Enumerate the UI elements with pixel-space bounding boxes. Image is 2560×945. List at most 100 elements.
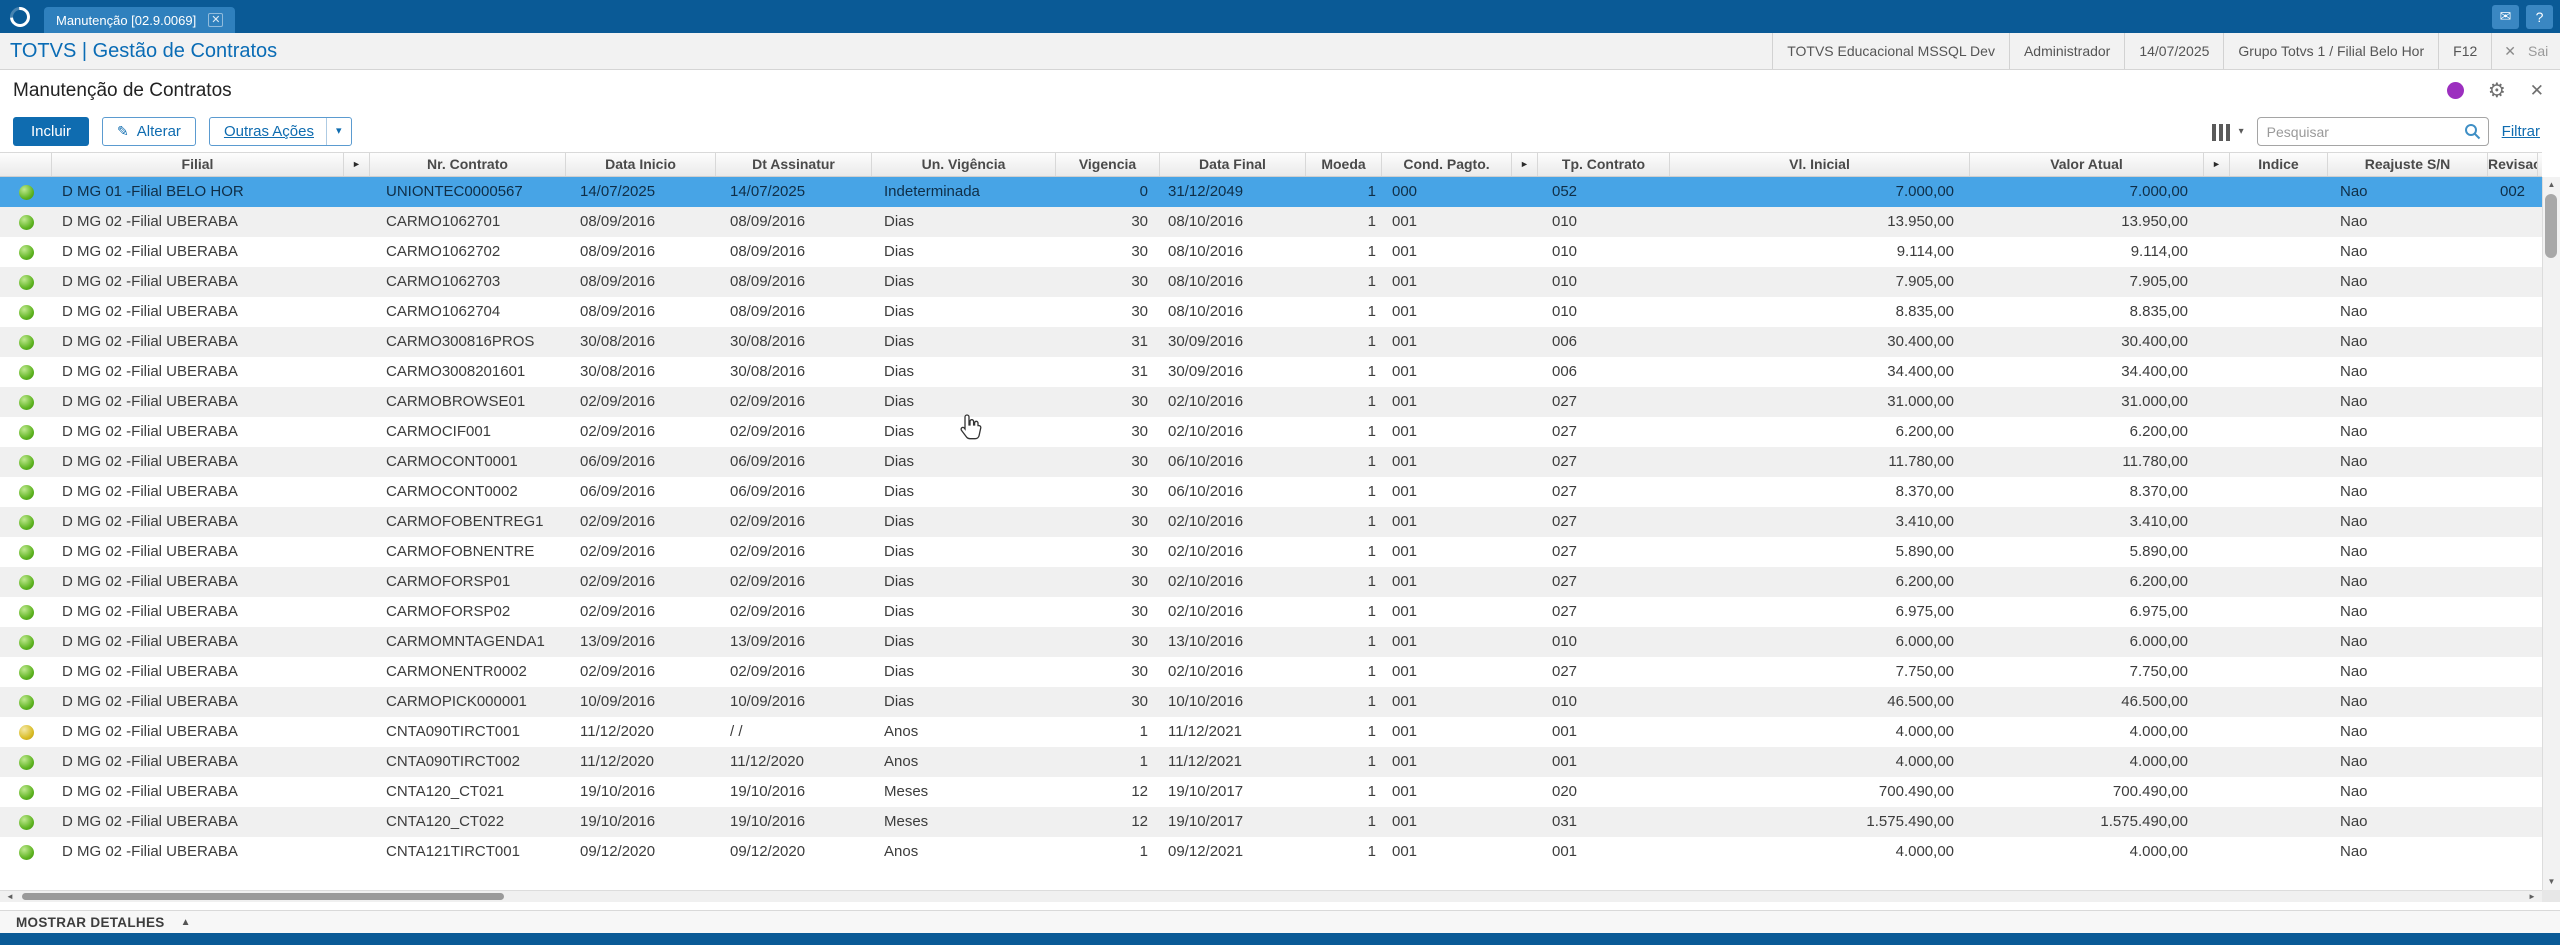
column-header-dt-assinatur[interactable]: Dt Assinatur	[716, 153, 872, 176]
cell-data-final: 08/10/2016	[1168, 243, 1244, 260]
table-row[interactable]: D MG 02 -Filial UBERABA CARMO1062702 08/09…	[0, 237, 2542, 267]
table-row[interactable]: D MG 02 -Filial UBERABA CARMO1062704 08/09…	[0, 297, 2542, 327]
outras-acoes-button[interactable]: Outras Ações ▾	[208, 117, 352, 146]
cell-vigencia: 31	[1131, 333, 1148, 350]
cell-dt-assinatur: 30/08/2016	[730, 363, 806, 380]
column-header-indice[interactable]: Indice	[2230, 153, 2328, 176]
cell-spacer	[1512, 417, 1538, 447]
cell-indice	[2230, 447, 2328, 477]
column-group-expand-icon[interactable]: ►	[344, 153, 370, 176]
scroll-right-icon[interactable]: ►	[2524, 891, 2540, 902]
status-yellow-icon	[18, 724, 34, 740]
cell-reajuste: Nao	[2340, 303, 2368, 320]
table-row[interactable]: D MG 02 -Filial UBERABA CNTA090TIRCT002 11…	[0, 747, 2542, 777]
tab-manutencao[interactable]: Manutenção [02.9.0069] ✕	[44, 7, 236, 33]
column-header-data-inicio[interactable]: Data Inicio	[566, 153, 716, 176]
scroll-down-icon[interactable]: ▼	[2543, 874, 2560, 890]
cell-valor-atual: 6.975,00	[2129, 603, 2188, 620]
search-input[interactable]	[2257, 123, 2464, 140]
columns-config-icon[interactable]	[2211, 123, 2230, 141]
table-row[interactable]: D MG 02 -Filial UBERABA CARMOFOBNENTRE 02/…	[0, 537, 2542, 567]
cell-data-final: 06/10/2016	[1168, 453, 1244, 470]
cell-revisao	[2488, 237, 2538, 267]
column-group-expand-icon[interactable]: ►	[1512, 153, 1538, 176]
column-header-vl-inicial[interactable]: Vl. Inicial	[1670, 153, 1970, 176]
cell-indice	[2230, 747, 2328, 777]
close-icon[interactable]: ✕	[2530, 82, 2544, 99]
table-row[interactable]: D MG 01 -Filial BELO HOR UNIONTEC0000567 1…	[0, 177, 2542, 207]
cell-indice	[2230, 417, 2328, 447]
group-branch[interactable]: Grupo Totvs 1 / Filial Belo Hor	[2223, 33, 2438, 69]
table-row[interactable]: D MG 02 -Filial UBERABA CNTA120_CT022 19/1…	[0, 807, 2542, 837]
cell-moeda: 1	[1367, 273, 1376, 290]
table-row[interactable]: D MG 02 -Filial UBERABA CARMO3008201601 30…	[0, 357, 2542, 387]
vertical-scrollbar[interactable]: ▲ ▼	[2542, 177, 2560, 890]
cell-contrato: UNIONTEC0000567	[386, 183, 523, 200]
column-group-expand-icon[interactable]: ►	[2538, 153, 2542, 176]
cell-vl-inicial: 6.200,00	[1895, 573, 1954, 590]
cell-indice	[2230, 387, 2328, 417]
table-row[interactable]: D MG 02 -Filial UBERABA CNTA121TIRCT001 09…	[0, 837, 2542, 867]
help-icon[interactable]: ?	[2526, 4, 2553, 29]
gear-icon[interactable]: ⚙	[2488, 81, 2506, 101]
cell-revisao	[2488, 477, 2538, 507]
table-row[interactable]: D MG 02 -Filial UBERABA CARMONENTR0002 02/…	[0, 657, 2542, 687]
mail-icon[interactable]: ✉	[2492, 4, 2519, 29]
cell-data-inicio: 02/09/2016	[580, 423, 656, 440]
column-header-data-final[interactable]: Data Final	[1160, 153, 1306, 176]
vertical-scroll-thumb[interactable]	[2545, 194, 2557, 258]
column-header-nr-contrato[interactable]: Nr. Contrato	[370, 153, 566, 176]
table-row[interactable]: D MG 02 -Filial UBERABA CNTA120_CT021 19/1…	[0, 777, 2542, 807]
column-header-revisao[interactable]: Revisao	[2488, 153, 2538, 176]
column-group-expand-icon[interactable]: ►	[2204, 153, 2230, 176]
table-row[interactable]: D MG 02 -Filial UBERABA CARMOFOBENTREG1 02…	[0, 507, 2542, 537]
table-row[interactable]: D MG 02 -Filial UBERABA CARMOCIF001 02/09/…	[0, 417, 2542, 447]
session-close-icon[interactable]: ✕	[2491, 33, 2528, 69]
table-row[interactable]: D MG 02 -Filial UBERABA CNTA090TIRCT001 11…	[0, 717, 2542, 747]
cell-contrato: CARMOBROWSE01	[386, 393, 526, 410]
assistant-icon[interactable]	[2446, 82, 2464, 99]
column-header-moeda[interactable]: Moeda	[1306, 153, 1382, 176]
scroll-left-icon[interactable]: ◄	[2, 891, 18, 902]
search-icon[interactable]	[2464, 123, 2481, 140]
exit-link[interactable]: Sai	[2528, 33, 2560, 69]
table-row[interactable]: D MG 02 -Filial UBERABA CARMO300816PROS 30…	[0, 327, 2542, 357]
column-header-vigencia[interactable]: Vigencia	[1056, 153, 1160, 176]
incluir-button[interactable]: Incluir	[13, 117, 90, 146]
alterar-button[interactable]: ✎ Alterar	[102, 117, 196, 146]
column-header-reajuste[interactable]: Reajuste S/N	[2328, 153, 2488, 176]
horizontal-scrollbar[interactable]: ◄ ►	[0, 890, 2542, 902]
mostrar-detalhes-bar[interactable]: MOSTRAR DETALHES ▲	[0, 910, 2560, 933]
table-row[interactable]: D MG 02 -Filial UBERABA CARMO1062703 08/09…	[0, 267, 2542, 297]
tab-close-icon[interactable]: ✕	[208, 13, 224, 27]
column-header-cond-pagto[interactable]: Cond. Pagto.	[1382, 153, 1512, 176]
table-row[interactable]: D MG 02 -Filial UBERABA CARMOFORSP02 02/09…	[0, 597, 2542, 627]
cell-revisao	[2488, 837, 2538, 867]
column-header-valor-atual[interactable]: Valor Atual	[1970, 153, 2204, 176]
column-header-tp-contrato[interactable]: Tp. Contrato	[1538, 153, 1670, 176]
table-row[interactable]: D MG 02 -Filial UBERABA CARMOMNTAGENDA1 13…	[0, 627, 2542, 657]
chevron-down-icon[interactable]: ▾	[325, 118, 351, 145]
column-header-un-vigencia[interactable]: Un. Vigência	[872, 153, 1056, 176]
table-row[interactable]: D MG 02 -Filial UBERABA CARMO1062701 08/09…	[0, 207, 2542, 237]
cell-moeda: 1	[1367, 363, 1376, 380]
table-row[interactable]: D MG 02 -Filial UBERABA CARMOCONT0001 06/0…	[0, 447, 2542, 477]
cell-valor-atual: 34.400,00	[2121, 363, 2188, 380]
scroll-up-icon[interactable]: ▲	[2543, 177, 2560, 193]
cell-moeda: 1	[1367, 423, 1376, 440]
table-row[interactable]: D MG 02 -Filial UBERABA CARMOBROWSE01 02/0…	[0, 387, 2542, 417]
cell-data-inicio: 08/09/2016	[580, 243, 656, 260]
table-row[interactable]: D MG 02 -Filial UBERABA CARMOFORSP01 02/09…	[0, 567, 2542, 597]
f12-shortcut[interactable]: F12	[2438, 33, 2491, 69]
horizontal-scroll-thumb[interactable]	[22, 893, 504, 900]
column-header-filial[interactable]: Filial	[52, 153, 344, 176]
cell-data-inicio: 09/12/2020	[580, 843, 656, 860]
filtrar-link[interactable]: Filtrar	[2502, 123, 2540, 140]
table-row[interactable]: D MG 02 -Filial UBERABA CARMOPICK000001 10…	[0, 687, 2542, 717]
cell-tp-contrato: 027	[1552, 393, 1578, 410]
cell-un-vigencia: Dias	[884, 393, 915, 410]
cell-spacer	[1512, 477, 1538, 507]
columns-caret-icon[interactable]: ▾	[2239, 126, 2244, 137]
cell-spacer	[344, 597, 370, 627]
table-row[interactable]: D MG 02 -Filial UBERABA CARMOCONT0002 06/0…	[0, 477, 2542, 507]
